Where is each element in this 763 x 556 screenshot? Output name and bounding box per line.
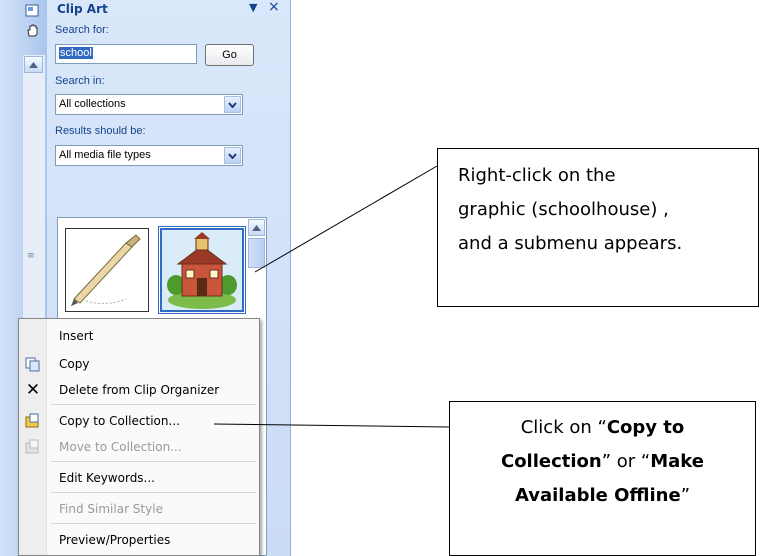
leader-line-copy-to-collection — [213, 423, 450, 428]
callout-line: Available Offline” — [514, 485, 691, 506]
callout-right-click: Right-click on the graphic (schoolhouse)… — [437, 148, 759, 307]
leader-line-schoolhouse — [254, 165, 438, 273]
callout-line: graphic (schoolhouse) , — [458, 199, 669, 220]
callout-line: and a submenu appears. — [458, 233, 683, 254]
callout-line: Right-click on the — [458, 165, 616, 186]
callout-line: Collection” or “Make — [500, 451, 705, 472]
callout-copy-to-collection: Click on “Copy to Collection” or “Make A… — [449, 401, 756, 556]
callout-line: Click on “Copy to — [520, 417, 685, 438]
